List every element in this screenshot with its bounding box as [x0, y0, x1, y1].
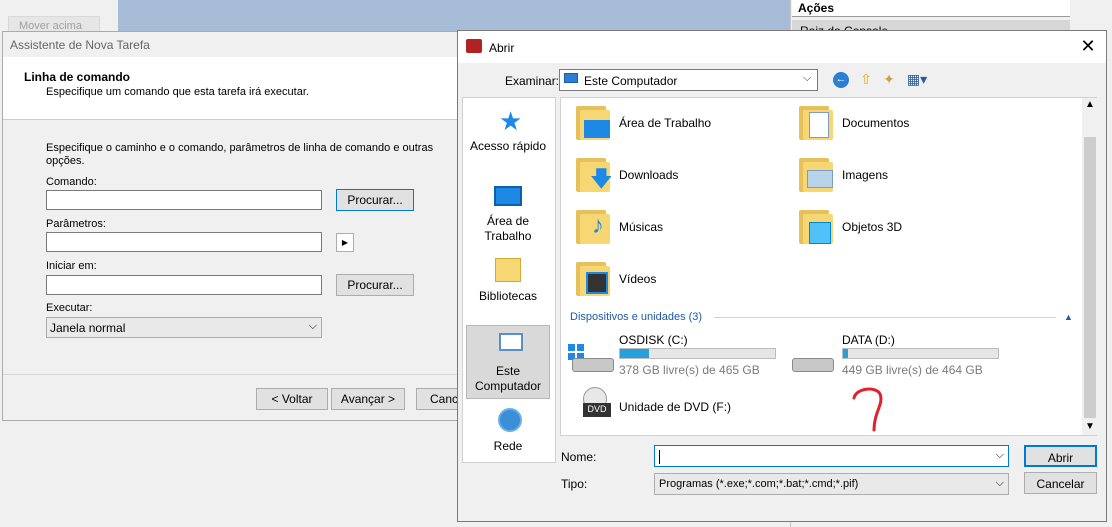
- play-arrow-icon[interactable]: ▶: [336, 233, 354, 252]
- dvd-badge: DVD: [583, 403, 611, 417]
- open-dialog-titlebar: [458, 31, 1106, 63]
- text-caret: [659, 449, 660, 464]
- drive-c-name[interactable]: OSDISK (C:): [619, 333, 688, 347]
- folder-icon: ♪: [576, 208, 610, 244]
- file-type-label: Tipo:: [561, 477, 588, 491]
- view-menu-icon[interactable]: ▦▾: [904, 71, 930, 89]
- open-cancel-button[interactable]: Cancelar: [1024, 472, 1097, 494]
- lookin-value: Este Computador: [584, 74, 678, 88]
- run-select[interactable]: Janela normal ⌵: [46, 317, 322, 338]
- libraries-icon: [495, 258, 521, 282]
- drive-c-usage-bar: [619, 348, 776, 359]
- chevron-down-icon: ⌵: [995, 477, 1004, 489]
- file-type-value: Programas (*.exe;*.com;*.bat;*.cmd;*.pif…: [659, 478, 859, 490]
- place-desktop[interactable]: Área de Trabalho: [466, 214, 550, 244]
- params-label: Parâmetros:: [46, 218, 106, 230]
- star-icon: ★: [499, 106, 523, 136]
- browse-command-button[interactable]: Procurar...: [336, 189, 414, 211]
- folder-desktop[interactable]: Área de Trabalho: [619, 116, 711, 130]
- file-name-input[interactable]: ⌵: [654, 445, 1009, 467]
- up-folder-icon[interactable]: ⇧: [857, 71, 875, 89]
- computer-icon: [564, 73, 578, 83]
- scroll-down-arrow-icon[interactable]: ▼: [1085, 421, 1095, 432]
- lookin-label: Examinar:: [505, 74, 560, 88]
- folder-icon: 🡇: [576, 156, 613, 192]
- new-folder-icon[interactable]: ✦: [880, 71, 898, 89]
- folder-icon: [576, 104, 610, 140]
- desktop-icon: [494, 186, 522, 206]
- place-libraries[interactable]: Bibliotecas: [466, 289, 550, 304]
- folder-music[interactable]: Músicas: [619, 220, 663, 234]
- run-label: Executar:: [46, 302, 93, 314]
- folder-icon: [576, 260, 610, 296]
- start-in-input[interactable]: [46, 275, 322, 295]
- drive-d-name[interactable]: DATA (D:): [842, 333, 895, 347]
- folder-icon: [799, 208, 833, 244]
- actions-header: Ações: [792, 0, 1070, 17]
- drive-c-free: 378 GB livre(s) de 465 GB: [619, 363, 760, 377]
- scroll-up-arrow-icon[interactable]: ▲: [1085, 99, 1095, 110]
- folder-icon: [799, 156, 833, 192]
- back-button[interactable]: < Voltar: [256, 388, 328, 410]
- scrollbar-thumb[interactable]: [1084, 137, 1096, 418]
- app-icon: [466, 39, 482, 53]
- wizard-instructions: Especifique o caminho e o comando, parâm…: [46, 142, 434, 167]
- browse-start-button[interactable]: Procurar...: [336, 274, 414, 296]
- folder-3d-objects[interactable]: Objetos 3D: [842, 220, 902, 234]
- folder-pictures[interactable]: Imagens: [842, 168, 888, 182]
- run-select-value: Janela normal: [50, 321, 126, 335]
- chevron-down-icon[interactable]: ⌵: [803, 72, 811, 85]
- start-in-label: Iniciar em:: [46, 260, 97, 272]
- wizard-heading: Linha de comando: [24, 70, 131, 84]
- dvd-drive-name[interactable]: Unidade de DVD (F:): [619, 400, 731, 414]
- chevron-down-icon[interactable]: ⌵: [996, 449, 1004, 462]
- chevron-down-icon: ⌵: [308, 320, 317, 332]
- next-button[interactable]: Avançar >: [331, 388, 405, 410]
- this-pc-icon: [499, 333, 523, 351]
- devices-header[interactable]: Dispositivos e unidades (3): [570, 311, 702, 323]
- wizard-subheading: Especifique um comando que esta tarefa i…: [46, 86, 309, 98]
- file-type-select[interactable]: Programas (*.exe;*.com;*.bat;*.cmd;*.pif…: [654, 473, 1009, 495]
- folder-downloads[interactable]: Downloads: [619, 168, 678, 182]
- place-quick-access[interactable]: Acesso rápido: [466, 139, 550, 154]
- command-input[interactable]: [46, 190, 322, 210]
- open-button[interactable]: Abrir: [1024, 445, 1097, 467]
- lookin-select[interactable]: Este Computador: [559, 69, 818, 91]
- wizard-title: Assistente de Nova Tarefa: [10, 38, 150, 52]
- place-network[interactable]: Rede: [466, 439, 550, 454]
- params-input[interactable]: [46, 232, 322, 252]
- drive-icon: [792, 358, 834, 372]
- folder-documents[interactable]: Documentos: [842, 116, 909, 130]
- drive-d-usage-bar: [842, 348, 999, 359]
- file-list: [560, 97, 1097, 436]
- network-icon: [498, 408, 522, 432]
- collapse-chevron-icon[interactable]: ▲: [1064, 312, 1073, 322]
- drive-c-usage-fill: [620, 349, 650, 358]
- open-dialog-title: Abrir: [489, 41, 515, 55]
- folder-videos[interactable]: Vídeos: [619, 272, 656, 286]
- command-label: Comando:: [46, 176, 97, 188]
- folder-icon: [799, 104, 833, 140]
- drive-icon: [572, 358, 614, 372]
- drive-d-usage-fill: [843, 349, 848, 358]
- back-arrow-icon[interactable]: ←: [833, 72, 849, 88]
- close-icon[interactable]: ✕: [1077, 36, 1099, 58]
- devices-divider: [714, 317, 1056, 318]
- question-mark-annotation: [852, 387, 883, 450]
- wizard-divider: [3, 374, 469, 375]
- place-this-pc[interactable]: Este Computador: [466, 364, 550, 394]
- drive-d-free: 449 GB livre(s) de 464 GB: [842, 363, 983, 377]
- file-name-label: Nome:: [561, 450, 597, 464]
